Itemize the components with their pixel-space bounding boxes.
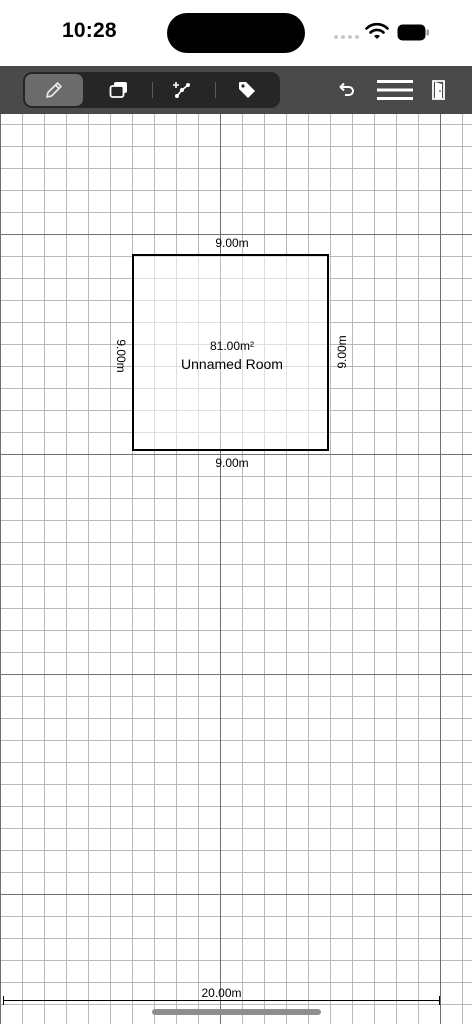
door-exit-icon	[432, 80, 445, 100]
cellular-signal-icon	[334, 35, 360, 41]
editor-toolbar	[0, 66, 472, 114]
exit-button[interactable]	[428, 74, 450, 106]
floor-plan-canvas[interactable]	[0, 114, 472, 1024]
room-height-left-label: 9.00m	[114, 339, 128, 373]
tool-segmented-control	[23, 72, 280, 108]
room-width-bottom-label: 9.00m	[215, 456, 249, 470]
status-bar: 10:28	[0, 0, 472, 66]
wifi-icon	[365, 22, 389, 39]
overlapping-squares-icon	[109, 82, 127, 98]
pencil-icon	[46, 82, 62, 98]
home-indicator[interactable]	[152, 1009, 321, 1015]
room-width-top-label: 9.00m	[215, 236, 249, 250]
segment-divider	[152, 82, 153, 98]
draw-tool-button[interactable]	[25, 74, 83, 106]
undo-arrow-icon	[339, 82, 354, 96]
scale-line	[3, 1000, 440, 1001]
room-height-right-label: 9.00m	[335, 335, 349, 369]
points-tool-button[interactable]	[154, 74, 212, 106]
scale-bar	[3, 996, 440, 1006]
segment-divider	[215, 82, 216, 98]
battery-icon	[397, 24, 429, 41]
labels-tool-button[interactable]	[218, 74, 276, 106]
scale-tick-right	[439, 996, 440, 1005]
room-name-label[interactable]: Unnamed Room	[132, 356, 332, 372]
undo-button[interactable]	[332, 74, 360, 106]
rooms-tool-button[interactable]	[89, 74, 149, 106]
add-vertex-icon	[173, 82, 190, 98]
menu-button[interactable]	[375, 74, 415, 106]
hamburger-menu-icon	[377, 80, 413, 100]
scale-tick-left	[3, 996, 4, 1005]
dynamic-island	[167, 13, 305, 53]
tag-icon	[239, 82, 255, 98]
status-time: 10:28	[62, 19, 117, 42]
room-area-label: 81.00m²	[209, 339, 255, 353]
